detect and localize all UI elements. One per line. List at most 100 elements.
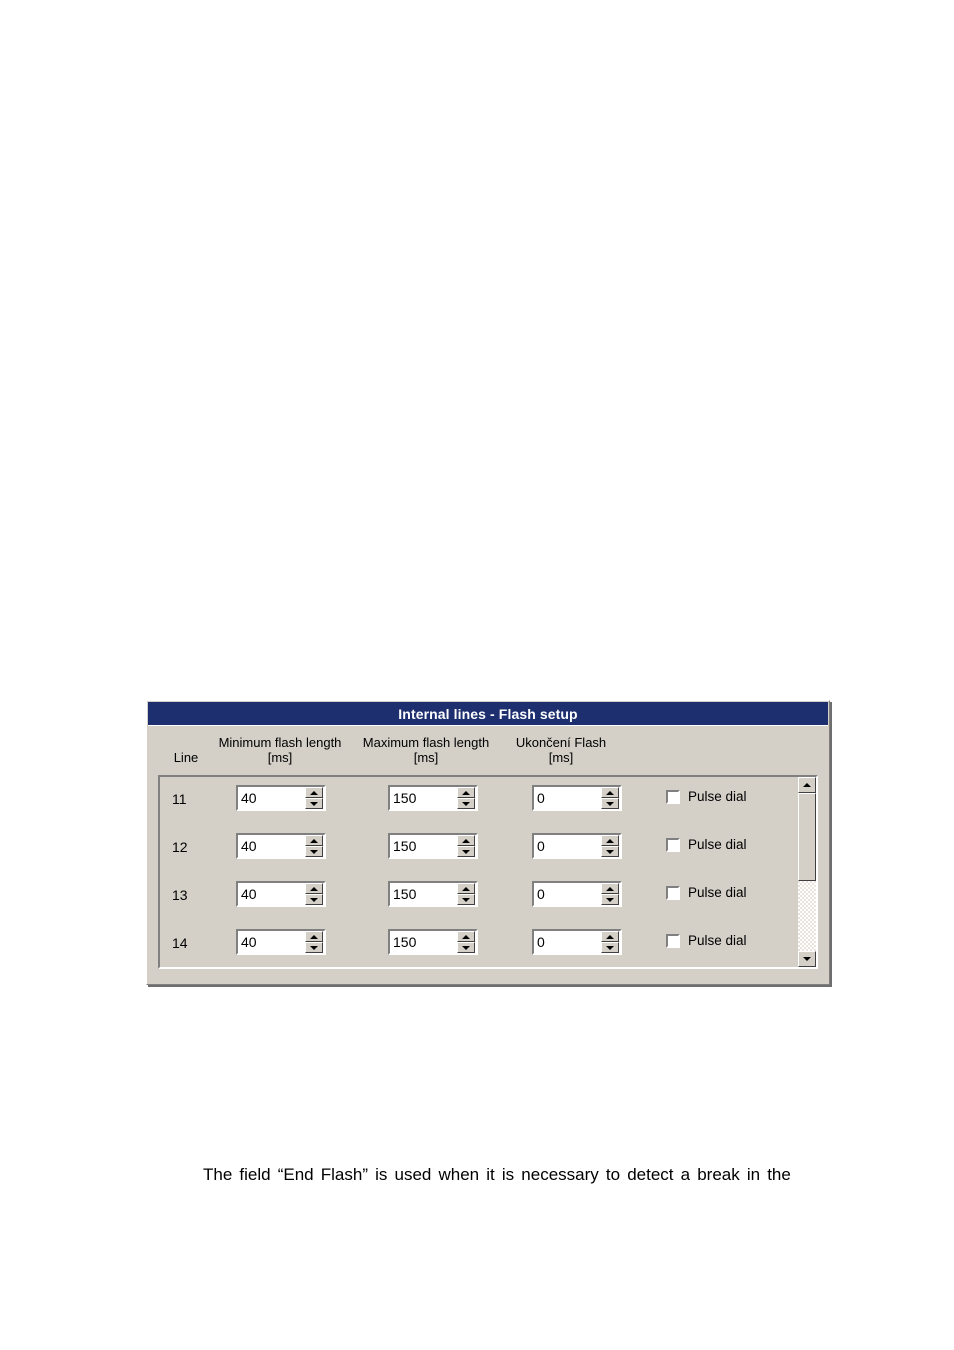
end-flash-stepper[interactable] [532,833,622,859]
header-maximum-flash-length-line1: Maximum flash length [362,735,490,750]
minimum-flash-length-input[interactable] [241,933,297,951]
minimum-flash-length-spin-buttons[interactable] [305,835,323,857]
maximum-flash-length-stepper[interactable] [388,929,478,955]
triangle-up-icon [803,783,811,787]
spin-up-button[interactable] [305,931,323,942]
minimum-flash-length-input[interactable] [241,789,297,807]
maximum-flash-length-stepper[interactable] [388,881,478,907]
triangle-up-icon [606,934,614,939]
triangle-down-icon [310,945,318,950]
spin-up-button[interactable] [305,835,323,846]
lines-groupbox: 11 40 150 0 Pulse dial 12 40 150 0 Pulse… [158,775,818,969]
triangle-up-icon [606,886,614,891]
triangle-up-icon [310,934,318,939]
triangle-down-icon [606,897,614,902]
maximum-flash-length-spin-buttons[interactable] [457,787,475,809]
scrollbar-up-button[interactable] [798,777,816,793]
minimum-flash-length-input[interactable] [241,837,297,855]
lines-vertical-scrollbar[interactable] [798,777,816,967]
spin-up-button[interactable] [601,931,619,942]
triangle-down-icon [462,849,470,854]
end-flash-spin-buttons[interactable] [601,835,619,857]
spin-down-button[interactable] [601,942,619,953]
minimum-flash-length-spin-buttons[interactable] [305,787,323,809]
pulse-dial-checkbox[interactable] [666,789,680,804]
document-page: Internal lines - Flash setup Line Minimu… [0,0,954,1350]
pulse-dial-checkbox-row[interactable]: Pulse dial [666,885,747,900]
maximum-flash-length-spin-buttons[interactable] [457,835,475,857]
pulse-dial-checkbox-row[interactable]: Pulse dial [666,933,747,948]
spin-up-button[interactable] [601,883,619,894]
line-number: 14 [172,935,188,951]
end-flash-spin-buttons[interactable] [601,931,619,953]
minimum-flash-length-spin-buttons[interactable] [305,931,323,953]
triangle-down-icon [310,897,318,902]
minimum-flash-length-input[interactable] [241,885,297,903]
table-row: 14 40 150 0 Pulse dial [160,923,794,971]
spin-down-button[interactable] [457,798,475,809]
spin-down-button[interactable] [305,846,323,857]
end-flash-spin-buttons[interactable] [601,787,619,809]
end-flash-input[interactable] [537,789,593,807]
spin-down-button[interactable] [457,846,475,857]
pulse-dial-checkbox[interactable] [666,837,680,852]
spin-down-button[interactable] [601,798,619,809]
spin-down-button[interactable] [457,942,475,953]
line-number: 13 [172,887,188,903]
spin-up-button[interactable] [601,835,619,846]
flash-setup-dialog: Internal lines - Flash setup Line Minimu… [146,700,830,985]
pulse-dial-checkbox-row[interactable]: Pulse dial [666,837,747,852]
minimum-flash-length-stepper[interactable] [236,881,326,907]
pulse-dial-label: Pulse dial [688,837,747,852]
triangle-down-icon [606,849,614,854]
spin-up-button[interactable] [305,883,323,894]
maximum-flash-length-input[interactable] [393,837,449,855]
spin-down-button[interactable] [305,894,323,905]
pulse-dial-checkbox[interactable] [666,933,680,948]
end-flash-input[interactable] [537,933,593,951]
spin-up-button[interactable] [601,787,619,798]
table-row: 11 40 150 0 Pulse dial [160,779,794,827]
spin-up-button[interactable] [457,787,475,798]
end-flash-input[interactable] [537,837,593,855]
spin-up-button[interactable] [305,787,323,798]
maximum-flash-length-spin-buttons[interactable] [457,883,475,905]
maximum-flash-length-stepper[interactable] [388,833,478,859]
table-row: 13 40 150 0 Pulse dial [160,875,794,923]
minimum-flash-length-stepper[interactable] [236,785,326,811]
spin-up-button[interactable] [457,835,475,846]
maximum-flash-length-input[interactable] [393,885,449,903]
end-flash-stepper[interactable] [532,785,622,811]
pulse-dial-checkbox[interactable] [666,885,680,900]
table-row: 12 40 150 0 Pulse dial [160,827,794,875]
spin-down-button[interactable] [305,798,323,809]
maximum-flash-length-input[interactable] [393,933,449,951]
pulse-dial-label: Pulse dial [688,933,747,948]
maximum-flash-length-input[interactable] [393,789,449,807]
triangle-down-icon [462,945,470,950]
minimum-flash-length-spin-buttons[interactable] [305,883,323,905]
spin-down-button[interactable] [305,942,323,953]
spin-down-button[interactable] [457,894,475,905]
end-flash-input[interactable] [537,885,593,903]
spin-up-button[interactable] [457,931,475,942]
triangle-down-icon [310,849,318,854]
end-flash-spin-buttons[interactable] [601,883,619,905]
maximum-flash-length-spin-buttons[interactable] [457,931,475,953]
scrollbar-down-button[interactable] [798,951,816,967]
spin-down-button[interactable] [601,894,619,905]
triangle-up-icon [606,838,614,843]
maximum-flash-length-stepper[interactable] [388,785,478,811]
minimum-flash-length-stepper[interactable] [236,929,326,955]
triangle-down-icon [606,945,614,950]
header-end-flash: Ukončení Flash [ms] [500,735,622,765]
spin-down-button[interactable] [601,846,619,857]
pulse-dial-checkbox-row[interactable]: Pulse dial [666,789,747,804]
minimum-flash-length-stepper[interactable] [236,833,326,859]
triangle-up-icon [310,886,318,891]
end-flash-stepper[interactable] [532,881,622,907]
scrollbar-thumb[interactable] [798,793,816,881]
end-flash-stepper[interactable] [532,929,622,955]
header-minimum-flash-length-unit: [ms] [267,750,293,765]
spin-up-button[interactable] [457,883,475,894]
